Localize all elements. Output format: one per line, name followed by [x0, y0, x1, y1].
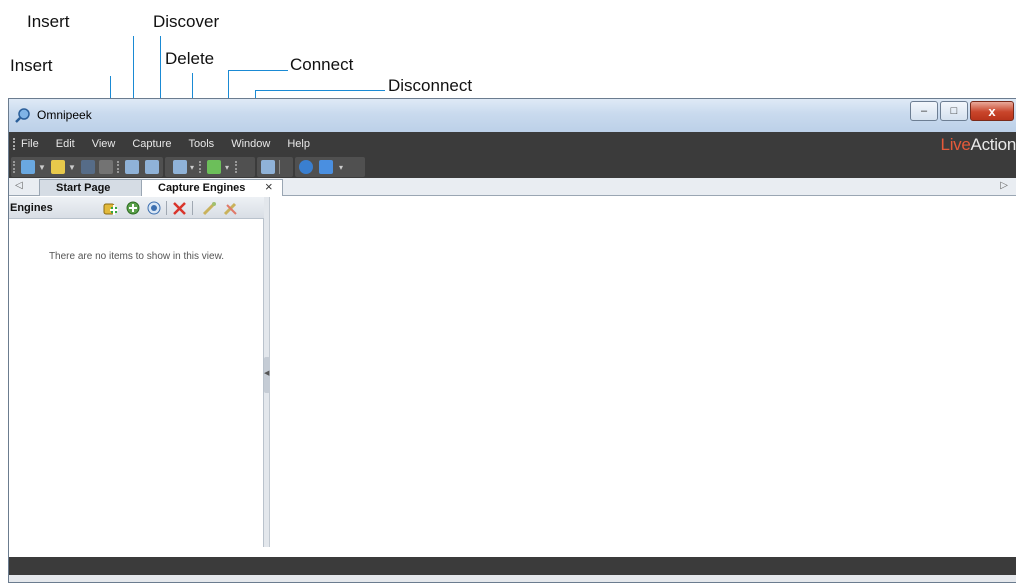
tab-start-page-label: Start Page — [56, 182, 111, 194]
filters-icon[interactable] — [145, 160, 159, 174]
engines-panel-header: Engines — [9, 197, 264, 219]
callout-disconnect-leader-h — [255, 90, 385, 91]
app-window: Omnipeek – □ x File Edit View Capture To… — [8, 98, 1016, 583]
screenshot-stage: Insert Discover Insert Delete Connect Di… — [0, 0, 1016, 583]
callout-insert-label: Insert — [27, 12, 70, 31]
close-button[interactable]: x — [970, 101, 1014, 121]
empty-list-message: There are no items to show in this view. — [48, 251, 225, 262]
packet-list-icon[interactable] — [261, 160, 275, 174]
menu-file[interactable]: File — [21, 138, 39, 150]
callout-discover-label: Discover — [153, 12, 220, 31]
menu-tools[interactable]: Tools — [189, 138, 215, 150]
menu-edit[interactable]: Edit — [56, 138, 75, 150]
tab-scroll-left-icon[interactable]: ◁ — [15, 180, 23, 191]
callout-disconnect-label: Disconnect — [388, 76, 473, 95]
toolbar-grip[interactable] — [117, 161, 119, 173]
panel-toolbar-separator — [192, 201, 193, 215]
toolbar-group-view: ▾ ▾ — [165, 157, 255, 177]
forensic-icon[interactable] — [207, 160, 221, 174]
brand-part1: Live — [940, 135, 971, 154]
title-bar[interactable]: Omnipeek – □ x — [9, 99, 1016, 132]
menu-grip[interactable] — [13, 138, 15, 150]
menu-help[interactable]: Help — [287, 138, 310, 150]
menu-items: File Edit View Capture Tools Window Help — [21, 132, 327, 156]
toolbar-grip[interactable] — [13, 161, 15, 173]
disconnect-icon[interactable] — [223, 201, 238, 216]
window-bottom-edge — [9, 575, 1016, 582]
callout-delete-label: Delete — [165, 49, 215, 68]
about-icon[interactable] — [319, 160, 333, 174]
engines-panel-title: Engines — [10, 202, 53, 214]
main-toolbar: ▼ ▼ ▾ ▾ ▾ — [9, 156, 1016, 178]
toolbar-separator — [279, 160, 280, 174]
connect-icon[interactable] — [202, 201, 217, 216]
help-icon[interactable] — [299, 160, 313, 174]
omnipeek-logo-icon — [15, 108, 30, 123]
menu-view[interactable]: View — [92, 138, 116, 150]
minimize-button[interactable]: – — [910, 101, 938, 121]
toolbar-group-file: ▼ ▼ — [11, 157, 163, 177]
tab-close-icon[interactable]: × — [265, 179, 273, 194]
toolbar-overflow-icon[interactable]: ▾ — [339, 163, 343, 172]
tab-start-page[interactable]: Start Page — [39, 179, 153, 196]
delete-icon[interactable] — [172, 201, 187, 216]
toolbar-grip[interactable] — [199, 161, 201, 173]
open-dropdown-icon[interactable]: ▼ — [68, 163, 76, 172]
notes-icon[interactable] — [173, 160, 187, 174]
open-icon[interactable] — [51, 160, 65, 174]
menu-capture[interactable]: Capture — [132, 138, 171, 150]
window-title: Omnipeek — [37, 108, 92, 122]
toolbar-overflow-icon[interactable]: ▾ — [190, 163, 194, 172]
collapse-arrow-icon[interactable]: ◀ — [264, 369, 269, 377]
print-icon[interactable] — [99, 160, 113, 174]
tab-capture-engines[interactable]: Capture Engines — [141, 179, 283, 196]
document-tab-strip: ◁ Start Page Capture Engines × ▷ — [9, 178, 1016, 196]
new-capture-dropdown-icon[interactable]: ▼ — [38, 163, 46, 172]
liveaction-logo: LiveAction — [941, 135, 1016, 155]
capture-options-icon[interactable] — [125, 160, 139, 174]
panel-toolbar-separator — [166, 201, 167, 215]
toolbar-overflow-icon[interactable]: ▾ — [225, 163, 229, 172]
menu-window[interactable]: Window — [231, 138, 270, 150]
window-controls: – □ x — [908, 101, 1014, 121]
new-capture-icon[interactable] — [21, 160, 35, 174]
insert-engine-icon[interactable] — [103, 201, 118, 216]
discover-icon[interactable] — [147, 201, 162, 216]
callout-insert-label: Insert — [10, 56, 53, 75]
toolbar-group-packets — [257, 157, 293, 177]
maximize-button[interactable]: □ — [940, 101, 968, 121]
tab-scroll-right-icon[interactable]: ▷ — [1000, 180, 1008, 191]
insert-engine-group-icon[interactable] — [126, 201, 141, 216]
panel-splitter[interactable]: ◀ — [264, 197, 270, 547]
main-content-area — [271, 197, 1016, 547]
toolbar-group-help: ▾ — [295, 157, 365, 177]
save-icon[interactable] — [81, 160, 95, 174]
callout-connect-label: Connect — [290, 55, 354, 74]
menu-bar: File Edit View Capture Tools Window Help… — [9, 132, 1016, 156]
tab-capture-engines-label: Capture Engines — [158, 182, 246, 194]
toolbar-grip[interactable] — [235, 161, 237, 173]
brand-part2: Action — [970, 135, 1016, 154]
callout-connect-leader-h — [228, 70, 288, 71]
engines-panel: Engines There are no items to show in th… — [9, 197, 264, 547]
status-bar — [9, 557, 1016, 575]
